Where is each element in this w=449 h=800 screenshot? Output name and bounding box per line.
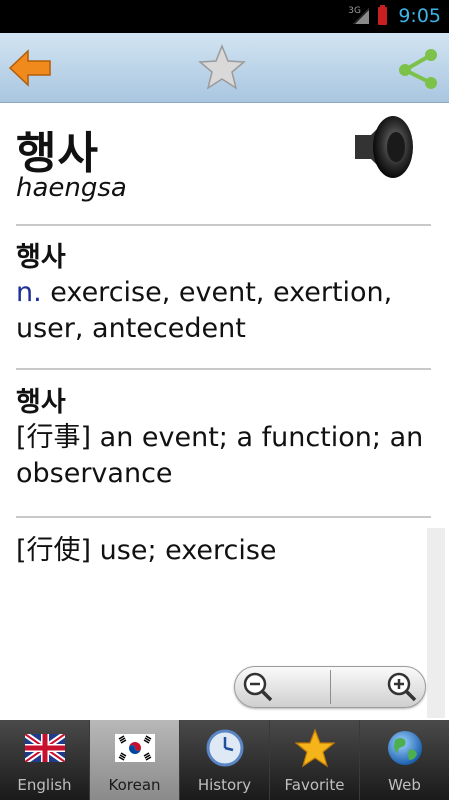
romanization: haengsa xyxy=(16,173,127,203)
definition-text: [行事] an event; a function; an observance xyxy=(16,422,424,489)
zoom-divider xyxy=(330,670,331,704)
tab-korean[interactable]: Korean xyxy=(90,720,180,800)
uk-flag-icon xyxy=(24,734,65,762)
separator xyxy=(16,368,431,370)
part-of-speech: n. xyxy=(16,277,42,308)
separator xyxy=(16,224,431,226)
tab-english[interactable]: English xyxy=(0,720,90,800)
clock-icon xyxy=(206,729,243,767)
entry-1: 행사 n. exercise, event, exertion, user, a… xyxy=(16,241,436,347)
star-icon xyxy=(294,728,335,768)
status-bar: 3G 9:05 xyxy=(0,0,449,33)
top-toolbar xyxy=(0,33,449,103)
tab-history[interactable]: History xyxy=(180,720,270,800)
favorite-star-icon[interactable] xyxy=(197,43,247,93)
entry-3: [行使] use; exercise xyxy=(16,533,436,569)
tab-label: Favorite xyxy=(284,776,345,794)
clock: 9:05 xyxy=(398,5,441,27)
bottom-tab-bar: English Korean History Favorite Web xyxy=(0,720,449,800)
tab-favorite[interactable]: Favorite xyxy=(270,720,360,800)
zoom-control xyxy=(234,666,426,708)
zoom-out-icon[interactable] xyxy=(242,671,274,703)
tab-label: English xyxy=(17,776,72,794)
speaker-icon[interactable] xyxy=(349,111,419,183)
entry-headword: 행사 xyxy=(16,387,66,418)
separator xyxy=(16,516,431,518)
back-arrow-icon[interactable] xyxy=(6,43,56,93)
battery-icon xyxy=(378,5,387,25)
entry-headword: 행사 xyxy=(16,242,66,273)
entry-2: 행사 [行事] an event; a function; an observa… xyxy=(16,386,436,492)
scrollbar[interactable] xyxy=(427,528,445,718)
tab-web[interactable]: Web xyxy=(360,720,449,800)
tab-label: History xyxy=(197,776,252,794)
entry-definition: n. exercise, event, exertion, user, ante… xyxy=(16,275,436,347)
signal-icon xyxy=(353,8,369,24)
tab-label: Web xyxy=(388,776,421,794)
headword: 행사 xyxy=(16,128,99,179)
globe-icon xyxy=(387,731,422,765)
share-icon[interactable] xyxy=(393,43,443,93)
zoom-in-icon[interactable] xyxy=(386,671,418,703)
korea-flag-icon xyxy=(114,734,155,762)
tab-label: Korean xyxy=(108,776,161,794)
definition-text: exercise, event, exertion, user, anteced… xyxy=(16,277,393,344)
definition-text: [行使] use; exercise xyxy=(16,535,277,566)
definition-panel[interactable]: 행사 haengsa 행사 n. exercise, event, exerti… xyxy=(0,103,449,720)
